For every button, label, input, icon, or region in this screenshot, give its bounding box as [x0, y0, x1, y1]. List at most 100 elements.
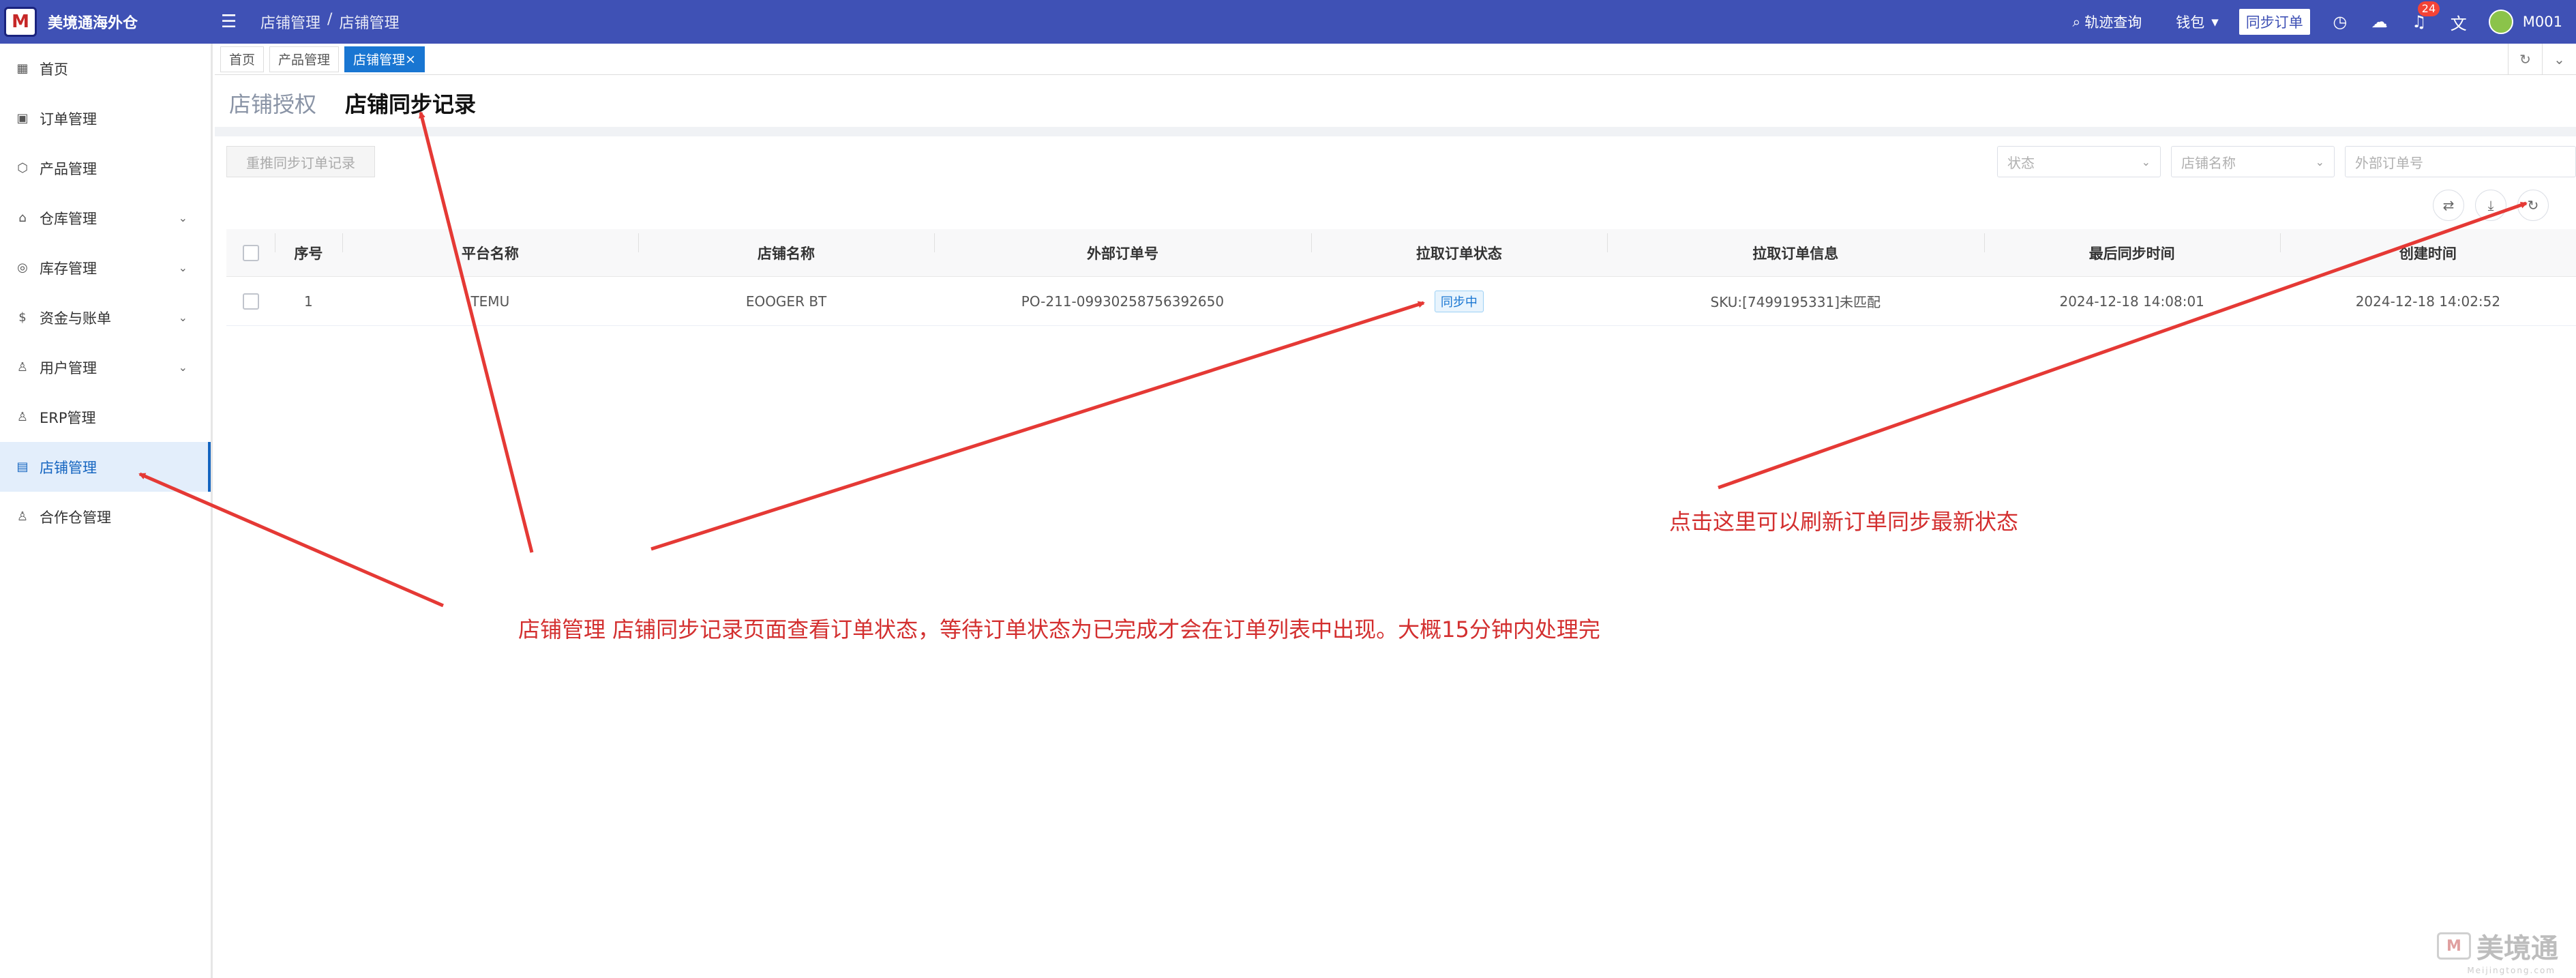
user-icon: ♙ [16, 509, 29, 524]
sidebar-item[interactable]: ⌂ 仓库管理 ⌄ [0, 193, 211, 243]
sidebar-item-label: 用户管理 [40, 359, 97, 376]
sidebar-item[interactable]: ♙ ERP管理 [0, 392, 211, 442]
track-query-link[interactable]: ⌕ 轨迹查询 [2072, 12, 2142, 32]
close-icon[interactable]: × [405, 52, 416, 67]
translate-icon[interactable]: 文 [2449, 10, 2468, 34]
annotation-refresh: 点击这里可以刷新订单同步最新状态 [1669, 509, 2019, 535]
sidebar-item[interactable]: ⬡ 产品管理 [0, 143, 211, 193]
sidebar-item[interactable]: ♙ 合作仓管理 [0, 492, 211, 542]
sidebar-item-label: 合作仓管理 [40, 509, 111, 526]
user-icon: ♙ [16, 360, 29, 374]
user-icon: ♙ [16, 410, 29, 424]
notification-badge: 24 [2417, 1, 2440, 16]
row-select-cell [226, 293, 275, 310]
cell-store: EOOGER BT [745, 293, 827, 310]
select-all-checkbox[interactable] [242, 244, 259, 261]
select-all-cell [226, 244, 275, 261]
breadcrumb-separator: / [327, 11, 333, 28]
watermark: M 美境通 [2437, 926, 2558, 966]
sidebar-item[interactable]: $ 资金与账单 ⌄ [0, 293, 211, 342]
sidebar-item-label: 店铺管理 [40, 459, 97, 476]
order-input-placeholder: 外部订单号 [2355, 154, 2423, 171]
rebuild-sync-button[interactable]: 重推同步订单记录 [226, 146, 375, 177]
chevron-down-icon: ⌄ [178, 261, 188, 274]
chevron-down-icon[interactable]: ⌄ [2542, 44, 2576, 75]
inventory-icon: ◎ [17, 261, 28, 275]
sidebar-item[interactable]: ▤ 店铺管理 [0, 442, 211, 492]
username: M001 [2522, 14, 2562, 30]
tab-products[interactable]: 产品管理 [269, 46, 340, 72]
avatar [2488, 10, 2513, 34]
table-tools: ⇄ ⤓ ↻ [2433, 190, 2549, 221]
cell-pull-status: 同步中 [1311, 290, 1607, 312]
col-store: 店铺名称 [638, 233, 934, 263]
row-checkbox[interactable] [242, 293, 259, 310]
sidebar: ▦ 首页 ▣ 订单管理 ⬡ 产品管理 ⌂ 仓库管理 ⌄ ◎ 库存管理 ⌄ $ 资金与账单 ⌄ ♙ 用户管理 ⌄ ♙ E… [0, 44, 213, 978]
money-icon: $ [18, 310, 27, 325]
logo-area[interactable]: M 美境通海外仓 [0, 0, 211, 44]
cloud-icon[interactable]: ☁ [2370, 12, 2389, 31]
download-icon[interactable]: ⤓ [2475, 190, 2506, 221]
col-pull-status: 拉取订单状态 [1311, 233, 1607, 263]
refresh-icon[interactable]: ↻ [2517, 190, 2549, 221]
sidebar-item-label: 订单管理 [40, 110, 97, 128]
sidebar-item[interactable]: ♙ 用户管理 ⌄ [0, 342, 211, 392]
cell-platform: TEMU [470, 293, 510, 310]
search-icon: ⌕ [2072, 13, 2081, 30]
section-divider [215, 127, 2576, 136]
breadcrumb: 店铺管理 / 店铺管理 [260, 11, 399, 33]
wallet-label: 钱包 [2176, 14, 2205, 31]
breadcrumb-item[interactable]: 店铺管理 [260, 11, 320, 33]
refresh-icon[interactable]: ↻ [2508, 44, 2542, 75]
status-select[interactable]: 状态 ⌄ [1997, 146, 2161, 177]
store-name-select[interactable]: 店铺名称 ⌄ [2171, 146, 2335, 177]
tab-store-auth[interactable]: 店铺授权 [229, 87, 316, 119]
chevron-down-icon: ⌄ [178, 311, 188, 324]
tab-label: 产品管理 [278, 53, 331, 68]
watermark-sub: Meijingtong.com [2467, 966, 2556, 975]
sidebar-item-label: 首页 [40, 61, 68, 78]
table-header: 序号 平台名称 店铺名称 外部订单号 拉取订单状态 拉取订单信息 最后同步时间 … [226, 229, 2576, 277]
cell-index: 1 [304, 293, 313, 310]
tab-store-management[interactable]: 店铺管理 × [344, 46, 425, 72]
sidebar-item[interactable]: ◎ 库存管理 ⌄ [0, 243, 211, 293]
user-menu[interactable]: M001 [2488, 10, 2562, 34]
menu-toggle-icon[interactable]: ☰ [221, 12, 248, 32]
col-last-sync: 最后同步时间 [1983, 233, 2280, 263]
tab-store-sync-records[interactable]: 店铺同步记录 [345, 87, 476, 119]
cell-external-order: PO-211-09930258756392650 [1021, 293, 1225, 310]
cell-pull-info: SKU:[7499195331]未匹配 [1710, 294, 1881, 310]
cell-last-sync: 2024-12-18 14:08:01 [2059, 293, 2204, 310]
toggle-columns-icon[interactable]: ⇄ [2433, 190, 2464, 221]
bell-icon[interactable]: ♫ 24 [2410, 1, 2440, 31]
track-query-label: 轨迹查询 [2084, 14, 2142, 31]
sidebar-item[interactable]: ▣ 订单管理 [0, 93, 211, 143]
tab-home[interactable]: 首页 [220, 46, 265, 72]
box-icon: ⬡ [17, 161, 28, 175]
watermark-text: 美境通 [2476, 933, 2558, 964]
app-name: 美境通海外仓 [48, 15, 138, 32]
watermark-logo: M [2437, 932, 2471, 960]
tab-bar: 首页 产品管理 店铺管理 × ↻ ⌄ [215, 44, 2576, 75]
chevron-down-icon: ⌄ [2141, 155, 2151, 168]
sync-orders-button[interactable]: 同步订单 [2238, 9, 2310, 35]
wallet-dropdown[interactable]: 钱包 ▾ [2176, 12, 2219, 32]
col-platform: 平台名称 [342, 233, 638, 263]
grid-icon: ▦ [16, 61, 29, 76]
sidebar-item[interactable]: ▦ 首页 [0, 44, 211, 93]
top-right-actions: ⌕ 轨迹查询 钱包 ▾ 同步订单 ◷ ☁ ♫ 24 文 M001 [2072, 0, 2562, 44]
tab-label: 首页 [229, 53, 256, 68]
tab-label: 店铺管理 [353, 53, 406, 68]
sync-records-table: 序号 平台名称 店铺名称 外部订单号 拉取订单状态 拉取订单信息 最后同步时间 … [226, 229, 2576, 326]
cell-created: 2024-12-18 14:02:52 [2355, 293, 2501, 310]
sidebar-item-label: 仓库管理 [40, 210, 97, 227]
status-select-placeholder: 状态 [2007, 154, 2035, 171]
external-order-input[interactable]: 外部订单号 [2345, 146, 2576, 177]
order-icon: ▣ [16, 111, 29, 125]
table-row[interactable]: 1 TEMU EOOGER BT PO-211-0993025875639265… [226, 277, 2576, 326]
status-badge: 同步中 [1434, 290, 1484, 312]
col-pull-info: 拉取订单信息 [1606, 233, 1984, 263]
app-root: M 美境通海外仓 ☰ 店铺管理 / 店铺管理 ⌕ 轨迹查询 钱包 ▾ 同步订单 … [0, 0, 2576, 978]
clock-icon[interactable]: ◷ [2331, 12, 2350, 31]
arrow-to-status [650, 301, 1425, 551]
